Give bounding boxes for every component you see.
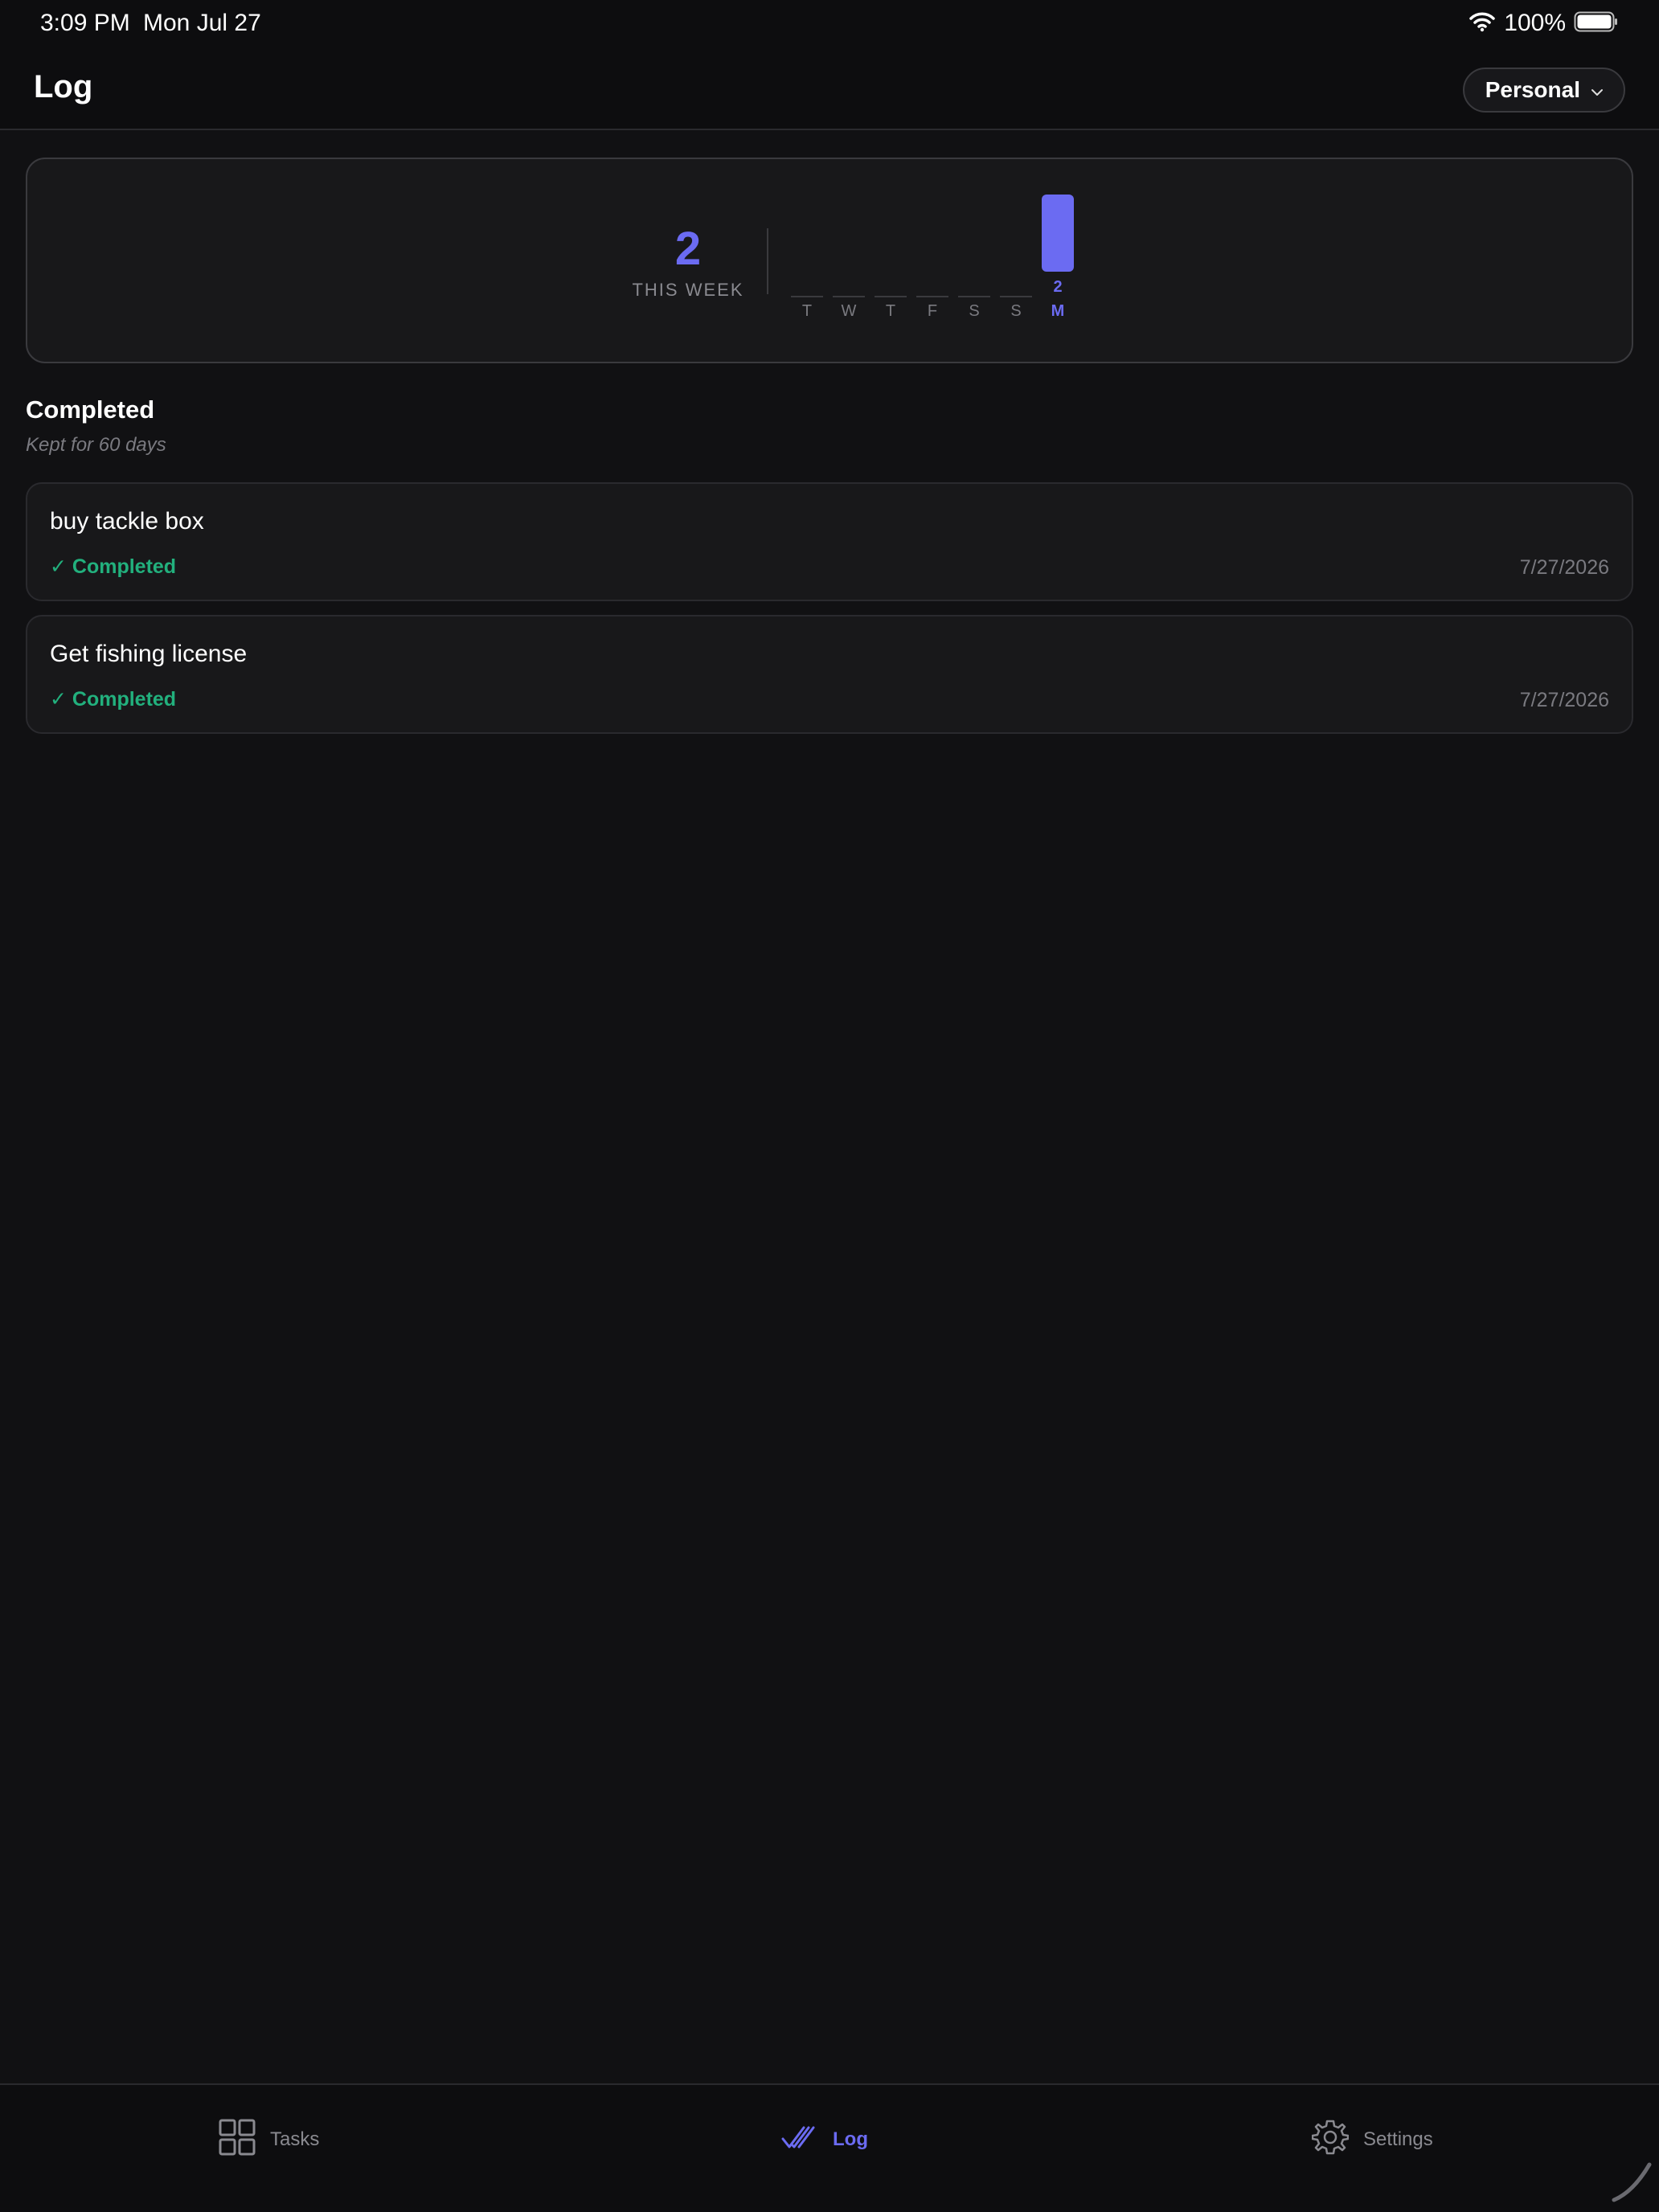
task-date: 7/27/2026 (1519, 689, 1609, 711)
status-bar: 3:09 PM Mon Jul 27 100% (0, 0, 1659, 51)
bar-empty-baseline (916, 296, 948, 297)
bar-fill (1042, 195, 1074, 272)
task-date: 7/27/2026 (1519, 556, 1609, 579)
task-title: Get fishing license (50, 641, 248, 667)
page-title: Log (34, 69, 93, 104)
bar-column: 2M (1042, 191, 1074, 352)
tab-label: Tasks (270, 2128, 320, 2150)
weekly-count-label: THIS WEEK (632, 280, 744, 300)
home-indicator (1609, 2160, 1654, 2209)
bar-day-label: S (1010, 302, 1022, 320)
status-date: Mon Jul 27 (143, 10, 261, 36)
chevron-down-icon (1590, 77, 1604, 103)
bar-empty-baseline (1000, 296, 1032, 297)
completed-task-card[interactable]: Get fishing license ✓ Completed 7/27/202… (26, 615, 1633, 734)
bar-column: T (875, 191, 907, 352)
tab-log[interactable]: Log (781, 2117, 868, 2162)
workspace-label: Personal (1485, 77, 1580, 102)
wifi-icon (1469, 11, 1496, 36)
workspace-selector[interactable]: Personal (1462, 68, 1625, 113)
double-check-icon (781, 2123, 818, 2157)
task-title: buy tackle box (50, 508, 204, 535)
task-status: ✓ Completed (50, 555, 177, 578)
bar-column: F (916, 191, 948, 352)
bar-column: S (1000, 191, 1032, 352)
section-subtitle: Kept for 60 days (26, 434, 166, 456)
header: Log Personal (0, 51, 1659, 130)
gear-icon (1311, 2119, 1350, 2161)
battery-percent: 100% (1504, 10, 1566, 36)
status-right: 100% (1469, 10, 1619, 37)
bar-empty-baseline (875, 296, 907, 297)
bar-column: W (833, 191, 865, 352)
bar-day-label: W (841, 302, 857, 320)
weekly-bar-chart: TWTFSS2M (791, 191, 1088, 352)
tab-bar: Tasks Log Settings (0, 2083, 1659, 2212)
completed-task-card[interactable]: buy tackle box ✓ Completed 7/27/2026 (26, 482, 1633, 601)
status-time: 3:09 PM (40, 10, 130, 36)
bar-day-label: T (885, 302, 896, 320)
battery-icon (1574, 10, 1619, 37)
tab-label: Log (833, 2128, 868, 2150)
bar-day-label: T (801, 302, 813, 320)
weekly-stats-card: 2 THIS WEEK TWTFSS2M (26, 158, 1633, 363)
divider (767, 228, 768, 294)
weekly-count: 2 (674, 223, 702, 275)
bar-empty-baseline (833, 296, 865, 297)
bar-column: T (791, 191, 823, 352)
bar-count-label: 2 (1053, 278, 1063, 296)
bar-day-label: F (927, 302, 938, 320)
bar-day-label: M (1051, 302, 1065, 320)
tab-tasks[interactable]: Tasks (219, 2117, 319, 2162)
bar-day-label: S (969, 302, 980, 320)
bar-column: S (958, 191, 990, 352)
grid-icon (219, 2119, 256, 2161)
section-title: Completed (26, 395, 155, 424)
bar-empty-baseline (791, 296, 823, 297)
tab-settings[interactable]: Settings (1311, 2117, 1433, 2162)
tab-label: Settings (1363, 2128, 1433, 2150)
task-status: ✓ Completed (50, 688, 177, 711)
bar-empty-baseline (958, 296, 990, 297)
